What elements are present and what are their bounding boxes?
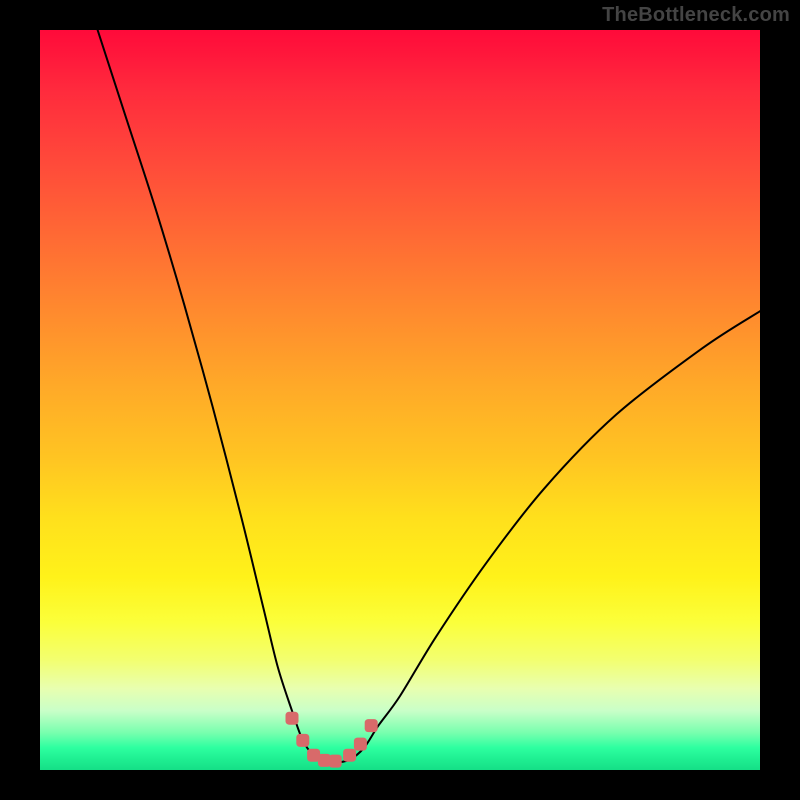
curve-svg [40,30,760,770]
valley-marker [286,712,299,725]
valley-marker [354,738,367,751]
valley-marker [329,755,342,768]
bottleneck-curve [98,30,760,763]
valley-marker [296,734,309,747]
valley-marker [365,719,378,732]
valley-markers-group [286,712,378,768]
valley-marker [343,749,356,762]
watermark-text: TheBottleneck.com [602,4,790,27]
chart-frame: TheBottleneck.com [0,0,800,800]
plot-area [40,30,760,770]
